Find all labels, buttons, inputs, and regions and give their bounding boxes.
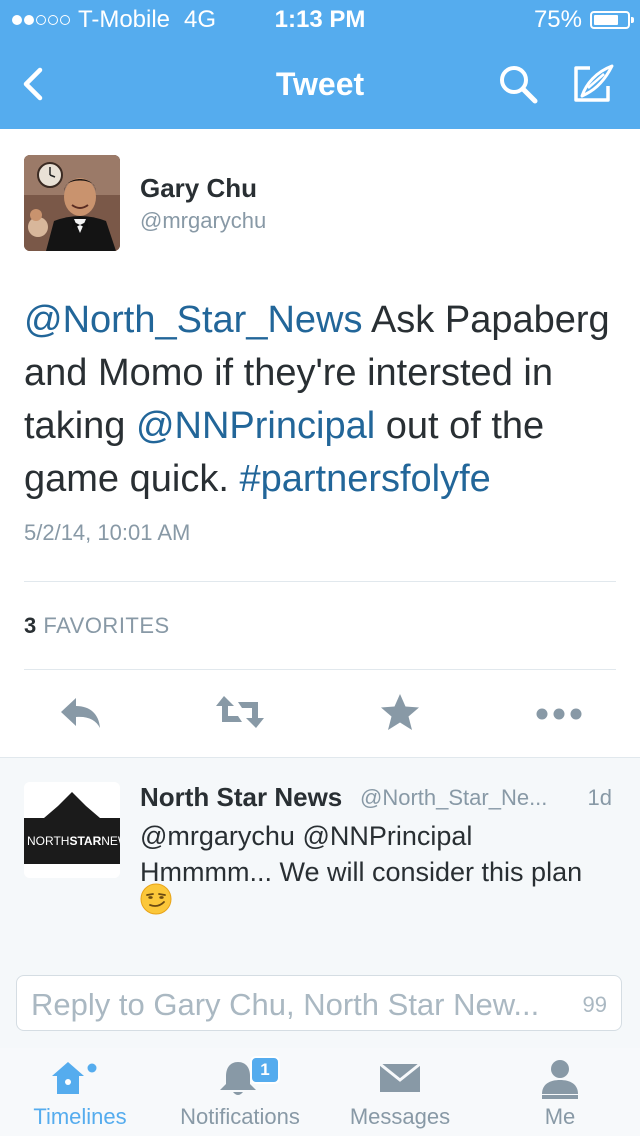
tab-bar: Timelines 1 Notifications Messages Me: [0, 1048, 640, 1136]
top-bar: T-Mobile 4G 1:13 PM 75% Tweet: [0, 0, 640, 129]
reply-author-avatar[interactable]: NORTHSTARNEWS: [24, 782, 120, 878]
character-count: 99: [582, 992, 607, 1017]
north-star-news-logo: NORTHSTARNEWS: [24, 782, 120, 878]
reply-text-line: Hmmmm... We will consider this plan: [140, 857, 583, 887]
battery-percent: 75%: [533, 6, 582, 33]
reply-input[interactable]: Reply to Gary Chu, North Star New... 99: [16, 975, 622, 1031]
reply-list: NORTHSTARNEWS North Star News @North_Sta…: [0, 757, 640, 947]
favorites-number: 3: [24, 613, 37, 638]
svg-text:NORTHSTARNEWS: NORTHSTARNEWS: [27, 834, 120, 848]
reply-compose-bar: Reply to Gary Chu, North Star New... 99: [0, 946, 640, 1049]
tab-label: Timelines: [33, 1104, 127, 1129]
author-avatar[interactable]: [24, 155, 120, 251]
author-photo: [24, 155, 120, 251]
search-icon[interactable]: [496, 62, 540, 106]
divider: [24, 581, 616, 582]
reply-text: @mrgarychu @NNPrincipal Hmmmm... We will…: [140, 818, 620, 890]
navigation-bar: Tweet: [0, 40, 640, 129]
author-name[interactable]: Gary Chu: [140, 173, 257, 204]
reply-placeholder: Reply to Gary Chu, North Star New...: [31, 987, 540, 1022]
reply-icon[interactable]: [58, 692, 102, 732]
battery-nub: [631, 17, 634, 23]
compose-icon[interactable]: [570, 62, 616, 106]
favorites-label: FAVORITES: [43, 613, 170, 638]
mention-link[interactable]: @NNPrincipal: [136, 405, 375, 447]
notification-badge: 1: [250, 1056, 280, 1084]
tab-timelines[interactable]: Timelines: [0, 1048, 160, 1136]
tab-label: Messages: [349, 1104, 451, 1129]
reply-text-line: @mrgarychu @NNPrincipal: [140, 821, 473, 851]
home-icon: [52, 1062, 97, 1094]
retweet-icon[interactable]: [214, 692, 266, 732]
battery-fill: [594, 15, 618, 25]
hashtag-link[interactable]: #partnersfolyfe: [239, 458, 490, 500]
page-title: Tweet: [275, 66, 365, 102]
more-icon[interactable]: [534, 692, 586, 732]
reply-author-handle[interactable]: @North_Star_Ne...: [360, 785, 547, 811]
battery-status: 75%: [533, 6, 634, 34]
tweet-body: @North_Star_News Ask Papaberg and Momo i…: [24, 294, 624, 506]
tab-label: Notifications: [180, 1104, 300, 1129]
tab-me[interactable]: Me: [480, 1048, 640, 1136]
divider: [24, 669, 616, 670]
smirk-emoji-icon: [140, 883, 172, 915]
mention-link[interactable]: @North_Star_News: [24, 299, 362, 341]
tweet-timestamp: 5/2/14, 10:01 AM: [24, 520, 191, 545]
logo-news: NEWS: [101, 834, 120, 848]
tab-label: Me: [544, 1104, 576, 1129]
favorites-count[interactable]: 3 FAVORITES: [24, 613, 170, 639]
logo-north: NORTH: [27, 834, 69, 848]
person-icon: [542, 1060, 578, 1099]
tab-messages[interactable]: Messages: [320, 1048, 480, 1136]
tab-notifications[interactable]: 1 Notifications: [160, 1048, 320, 1136]
logo-star: STAR: [69, 834, 101, 848]
reply-author-name[interactable]: North Star News: [140, 782, 342, 813]
battery-icon: [590, 11, 634, 29]
author-handle[interactable]: @mrgarychu: [140, 208, 266, 234]
status-bar: T-Mobile 4G 1:13 PM 75%: [0, 0, 640, 40]
star-icon[interactable]: [378, 692, 422, 732]
reply-time: 1d: [587, 785, 612, 810]
envelope-icon: [379, 1062, 421, 1092]
